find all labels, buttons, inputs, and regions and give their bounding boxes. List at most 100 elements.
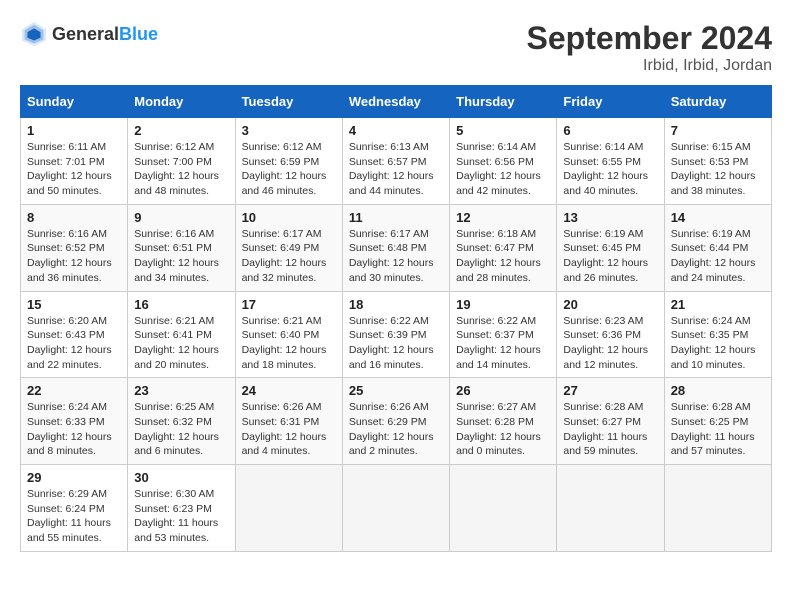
table-row: 2Sunrise: 6:12 AMSunset: 7:00 PMDaylight… <box>128 118 235 205</box>
table-row: 24 Sunrise: 6:26 AMSunset: 6:31 PMDayligh… <box>235 378 342 465</box>
day-number: 28 <box>671 383 765 398</box>
day-number: 26 <box>456 383 550 398</box>
table-row: 9 Sunrise: 6:16 AMSunset: 6:51 PMDaylight… <box>128 204 235 291</box>
title-area: September 2024 Irbid, Irbid, Jordan <box>527 20 772 75</box>
day-number: 19 <box>456 297 550 312</box>
table-row <box>342 465 449 552</box>
col-thursday: Thursday <box>450 86 557 118</box>
table-row: 7 Sunrise: 6:15 AMSunset: 6:53 PMDaylight… <box>664 118 771 205</box>
day-info: Sunrise: 6:11 AMSunset: 7:01 PMDaylight:… <box>27 140 121 199</box>
calendar-week-row: 29 Sunrise: 6:29 AMSunset: 6:24 PMDayligh… <box>21 465 772 552</box>
day-info: Sunrise: 6:21 AMSunset: 6:40 PMDaylight:… <box>242 314 336 373</box>
day-info: Sunrise: 6:26 AMSunset: 6:31 PMDaylight:… <box>242 400 336 459</box>
day-info: Sunrise: 6:19 AMSunset: 6:44 PMDaylight:… <box>671 227 765 286</box>
table-row: 15 Sunrise: 6:20 AMSunset: 6:43 PMDayligh… <box>21 291 128 378</box>
calendar-week-row: 8Sunrise: 6:16 AMSunset: 6:52 PMDaylight… <box>21 204 772 291</box>
day-number: 29 <box>27 470 121 485</box>
table-row <box>450 465 557 552</box>
day-number: 25 <box>349 383 443 398</box>
table-row: 23 Sunrise: 6:25 AMSunset: 6:32 PMDayligh… <box>128 378 235 465</box>
calendar-week-row: 1 Sunrise: 6:11 AMSunset: 7:01 PMDaylight… <box>21 118 772 205</box>
table-row: 4 Sunrise: 6:13 AMSunset: 6:57 PMDaylight… <box>342 118 449 205</box>
col-friday: Friday <box>557 86 664 118</box>
day-number: 24 <box>242 383 336 398</box>
day-info: Sunrise: 6:15 AMSunset: 6:53 PMDaylight:… <box>671 140 765 199</box>
day-number: 30 <box>134 470 228 485</box>
table-row: 12 Sunrise: 6:18 AMSunset: 6:47 PMDayligh… <box>450 204 557 291</box>
table-row <box>664 465 771 552</box>
day-info: Sunrise: 6:13 AMSunset: 6:57 PMDaylight:… <box>349 140 443 199</box>
day-number: 1 <box>27 123 121 138</box>
day-info: Sunrise: 6:20 AMSunset: 6:43 PMDaylight:… <box>27 314 121 373</box>
table-row: 16Sunrise: 6:21 AMSunset: 6:41 PMDayligh… <box>128 291 235 378</box>
table-row: 14 Sunrise: 6:19 AMSunset: 6:44 PMDayligh… <box>664 204 771 291</box>
calendar-header-row: Sunday Monday Tuesday Wednesday Thursday… <box>21 86 772 118</box>
day-number: 23 <box>134 383 228 398</box>
day-number: 18 <box>349 297 443 312</box>
table-row <box>235 465 342 552</box>
calendar-week-row: 15 Sunrise: 6:20 AMSunset: 6:43 PMDayligh… <box>21 291 772 378</box>
logo-text: GeneralBlue <box>52 24 158 45</box>
day-info: Sunrise: 6:22 AMSunset: 6:39 PMDaylight:… <box>349 314 443 373</box>
day-number: 12 <box>456 210 550 225</box>
table-row: 18 Sunrise: 6:22 AMSunset: 6:39 PMDayligh… <box>342 291 449 378</box>
day-number: 14 <box>671 210 765 225</box>
day-info: Sunrise: 6:26 AMSunset: 6:29 PMDaylight:… <box>349 400 443 459</box>
day-number: 13 <box>563 210 657 225</box>
day-number: 4 <box>349 123 443 138</box>
day-info: Sunrise: 6:30 AMSunset: 6:23 PMDaylight:… <box>134 487 228 546</box>
day-number: 27 <box>563 383 657 398</box>
table-row: 26 Sunrise: 6:27 AMSunset: 6:28 PMDayligh… <box>450 378 557 465</box>
day-info: Sunrise: 6:28 AMSunset: 6:27 PMDaylight:… <box>563 400 657 459</box>
table-row: 25 Sunrise: 6:26 AMSunset: 6:29 PMDayligh… <box>342 378 449 465</box>
day-info: Sunrise: 6:21 AMSunset: 6:41 PMDaylight:… <box>134 314 228 373</box>
day-info: Sunrise: 6:27 AMSunset: 6:28 PMDaylight:… <box>456 400 550 459</box>
table-row: 22 Sunrise: 6:24 AMSunset: 6:33 PMDayligh… <box>21 378 128 465</box>
day-info: Sunrise: 6:18 AMSunset: 6:47 PMDaylight:… <box>456 227 550 286</box>
day-number: 5 <box>456 123 550 138</box>
table-row <box>557 465 664 552</box>
day-number: 22 <box>27 383 121 398</box>
table-row: 1 Sunrise: 6:11 AMSunset: 7:01 PMDaylight… <box>21 118 128 205</box>
day-number: 20 <box>563 297 657 312</box>
table-row: 21 Sunrise: 6:24 AMSunset: 6:35 PMDayligh… <box>664 291 771 378</box>
day-number: 10 <box>242 210 336 225</box>
page-header: GeneralBlue September 2024 Irbid, Irbid,… <box>20 20 772 75</box>
day-info: Sunrise: 6:17 AMSunset: 6:48 PMDaylight:… <box>349 227 443 286</box>
day-info: Sunrise: 6:25 AMSunset: 6:32 PMDaylight:… <box>134 400 228 459</box>
day-info: Sunrise: 6:14 AMSunset: 6:56 PMDaylight:… <box>456 140 550 199</box>
day-number: 2 <box>134 123 228 138</box>
table-row: 20Sunrise: 6:23 AMSunset: 6:36 PMDayligh… <box>557 291 664 378</box>
table-row: 27 Sunrise: 6:28 AMSunset: 6:27 PMDayligh… <box>557 378 664 465</box>
table-row: 6Sunrise: 6:14 AMSunset: 6:55 PMDaylight… <box>557 118 664 205</box>
day-number: 11 <box>349 210 443 225</box>
day-number: 15 <box>27 297 121 312</box>
col-tuesday: Tuesday <box>235 86 342 118</box>
day-info: Sunrise: 6:12 AMSunset: 6:59 PMDaylight:… <box>242 140 336 199</box>
day-number: 3 <box>242 123 336 138</box>
table-row: 3 Sunrise: 6:12 AMSunset: 6:59 PMDaylight… <box>235 118 342 205</box>
day-number: 9 <box>134 210 228 225</box>
table-row: 30 Sunrise: 6:30 AMSunset: 6:23 PMDayligh… <box>128 465 235 552</box>
col-saturday: Saturday <box>664 86 771 118</box>
table-row: 11 Sunrise: 6:17 AMSunset: 6:48 PMDayligh… <box>342 204 449 291</box>
calendar-table: Sunday Monday Tuesday Wednesday Thursday… <box>20 85 772 552</box>
day-info: Sunrise: 6:24 AMSunset: 6:33 PMDaylight:… <box>27 400 121 459</box>
day-number: 21 <box>671 297 765 312</box>
day-info: Sunrise: 6:22 AMSunset: 6:37 PMDaylight:… <box>456 314 550 373</box>
day-info: Sunrise: 6:16 AMSunset: 6:51 PMDaylight:… <box>134 227 228 286</box>
col-monday: Monday <box>128 86 235 118</box>
col-wednesday: Wednesday <box>342 86 449 118</box>
day-info: Sunrise: 6:19 AMSunset: 6:45 PMDaylight:… <box>563 227 657 286</box>
day-info: Sunrise: 6:29 AMSunset: 6:24 PMDaylight:… <box>27 487 121 546</box>
table-row: 10Sunrise: 6:17 AMSunset: 6:49 PMDayligh… <box>235 204 342 291</box>
table-row: 13 Sunrise: 6:19 AMSunset: 6:45 PMDayligh… <box>557 204 664 291</box>
table-row: 29 Sunrise: 6:29 AMSunset: 6:24 PMDayligh… <box>21 465 128 552</box>
day-info: Sunrise: 6:14 AMSunset: 6:55 PMDaylight:… <box>563 140 657 199</box>
day-info: Sunrise: 6:24 AMSunset: 6:35 PMDaylight:… <box>671 314 765 373</box>
day-number: 17 <box>242 297 336 312</box>
day-number: 7 <box>671 123 765 138</box>
calendar-week-row: 22 Sunrise: 6:24 AMSunset: 6:33 PMDayligh… <box>21 378 772 465</box>
table-row: 17 Sunrise: 6:21 AMSunset: 6:40 PMDayligh… <box>235 291 342 378</box>
day-info: Sunrise: 6:16 AMSunset: 6:52 PMDaylight:… <box>27 227 121 286</box>
